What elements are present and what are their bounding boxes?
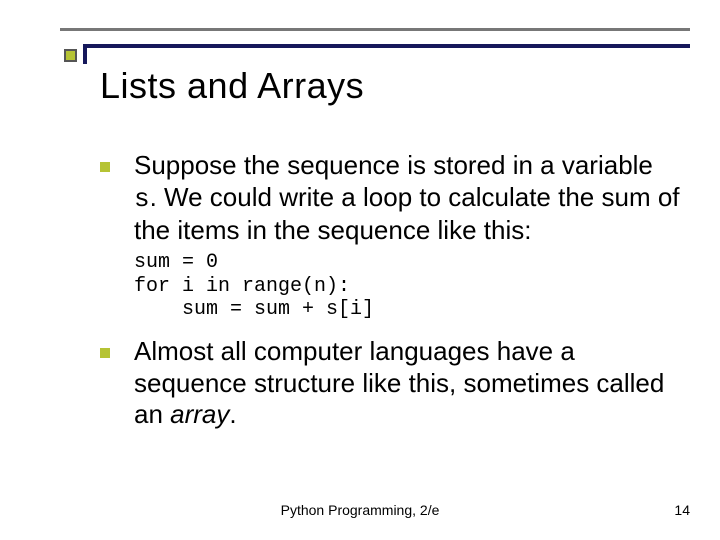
bullet-text: Almost all computer languages have a seq…	[134, 336, 680, 431]
italic-term: array	[170, 399, 229, 429]
text-segment: .	[229, 399, 236, 429]
decoration-bar-gray	[60, 28, 690, 31]
slide-body: Suppose the sequence is stored in a vari…	[100, 150, 680, 435]
bullet-icon	[100, 348, 110, 358]
slide-title: Lists and Arrays	[100, 65, 364, 107]
decoration-square-icon	[64, 49, 77, 62]
footer-center-text: Python Programming, 2/e	[0, 502, 720, 518]
slide: Lists and Arrays Suppose the sequence is…	[0, 0, 720, 540]
decoration-bar-navy-vertical	[83, 44, 87, 64]
inline-code: s	[134, 184, 150, 214]
bullet-icon	[100, 162, 110, 172]
footer-page-number: 14	[674, 502, 690, 518]
bullet-item: Almost all computer languages have a seq…	[100, 336, 680, 431]
text-segment: Suppose the sequence is stored in a vari…	[134, 150, 653, 180]
decoration-bar-navy-horizontal	[83, 44, 690, 48]
text-segment: . We could write a loop to calculate the…	[134, 182, 680, 246]
bullet-text: Suppose the sequence is stored in a vari…	[134, 150, 680, 247]
bullet-item: Suppose the sequence is stored in a vari…	[100, 150, 680, 247]
code-block: sum = 0 for i in range(n): sum = sum + s…	[134, 251, 680, 322]
